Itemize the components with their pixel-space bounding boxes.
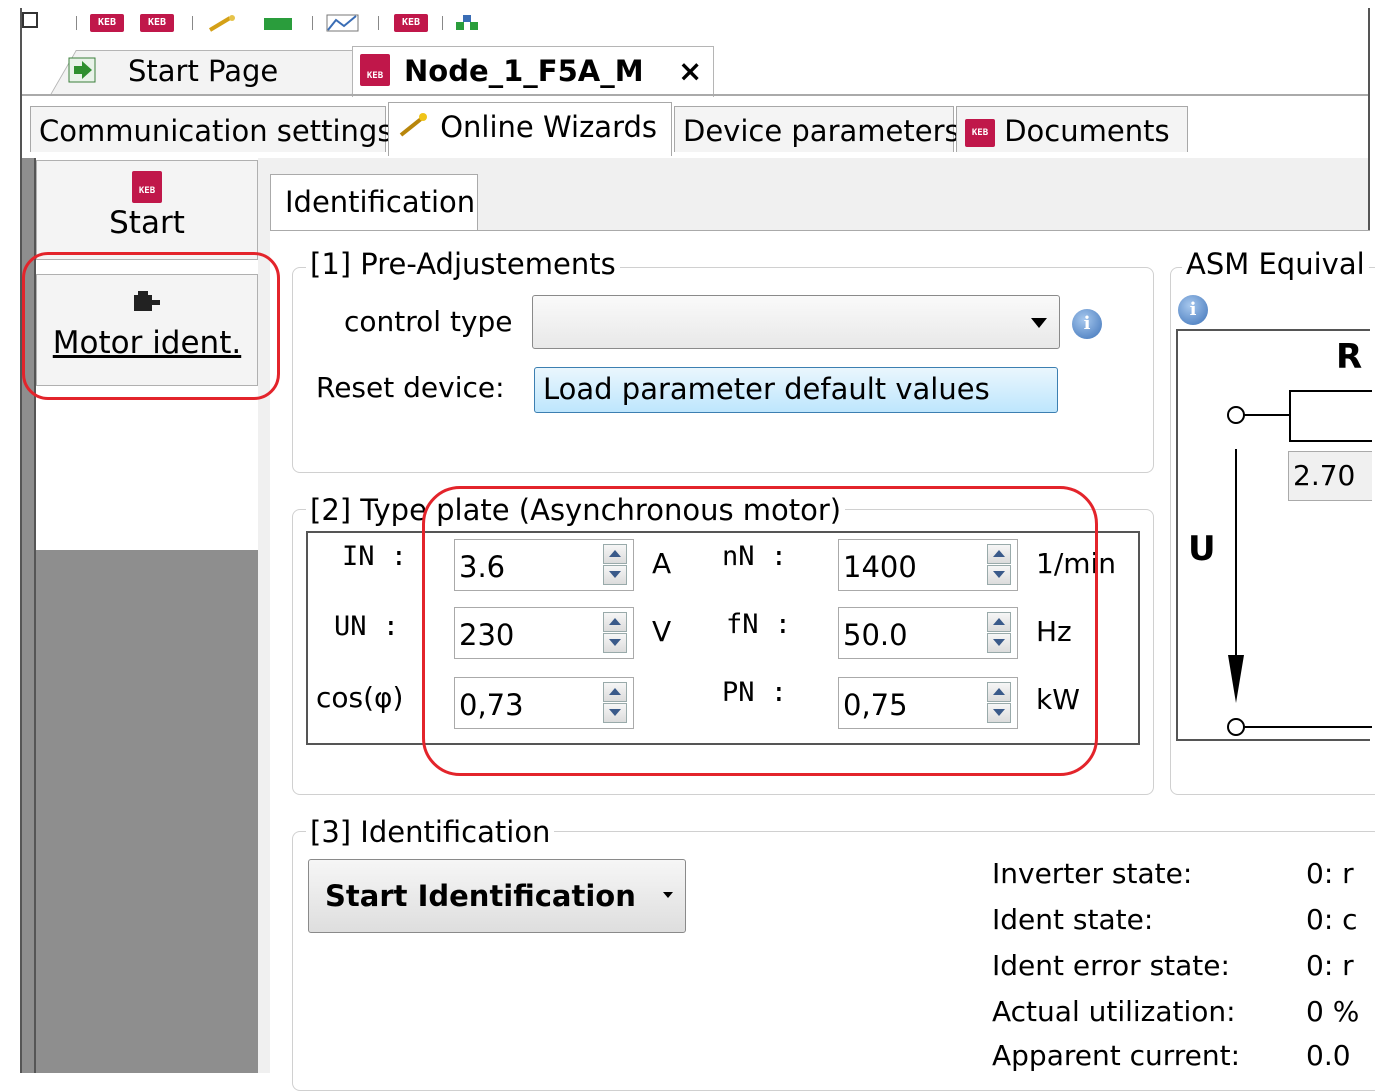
start-identification-button[interactable]: Start Identification <box>308 859 686 933</box>
tab-label: Communication settings <box>39 114 393 148</box>
apparent-current-label: Apparent current: <box>992 1039 1241 1072</box>
keb-icon[interactable]: KEB <box>394 14 428 32</box>
asm-diagram: R 2.70 U <box>1176 329 1372 741</box>
toolbar-separator <box>378 16 379 30</box>
inverter-state-label: Inverter state: <box>992 857 1193 890</box>
nav-empty-area <box>36 550 258 1073</box>
in-label: IN : <box>342 541 408 572</box>
toolbar-separator <box>192 16 193 30</box>
keb-icon[interactable]: KEB <box>140 14 174 32</box>
tab-label: Device parameters <box>683 114 960 148</box>
wand-icon <box>397 110 431 144</box>
keb-documents-icon: KEB <box>965 119 995 147</box>
load-defaults-button[interactable]: Load parameter default values <box>534 367 1058 413</box>
highlight-type-plate <box>422 486 1098 776</box>
tab-device-parameters[interactable]: Device parameters <box>674 106 960 152</box>
ident-error-state-label: Ident error state: <box>992 949 1230 982</box>
tab-communication-settings[interactable]: Communication settings <box>30 106 392 152</box>
chevron-down-icon <box>1031 318 1047 328</box>
network-icon[interactable] <box>454 14 488 32</box>
tab-online-wizards[interactable]: Online Wizards <box>388 102 672 156</box>
info-icon[interactable]: i <box>1072 309 1102 339</box>
document-tab-bar: Start Page KEB Node_1_F5A_M × <box>20 36 1370 98</box>
apparent-current-value: 0.0 <box>1306 1039 1351 1072</box>
tab-identification[interactable]: Identification <box>270 174 478 232</box>
identification-legend: [3] Identification <box>306 815 555 849</box>
checkbox-icon[interactable] <box>22 12 38 28</box>
chevron-down-icon[interactable] <box>663 892 673 898</box>
ident-state-value: 0: c <box>1306 903 1358 936</box>
un-label: UN : <box>334 611 400 642</box>
r-value-field[interactable]: 2.70 <box>1288 451 1372 501</box>
keb-icon[interactable]: KEB <box>90 14 124 32</box>
tab-start-page[interactable]: Start Page <box>128 54 278 88</box>
start-identification-label: Start Identification <box>325 879 636 913</box>
tab-documents[interactable]: KEB Documents <box>956 106 1188 152</box>
pre-adjustments-legend: [1] Pre-Adjustements <box>306 247 620 281</box>
actual-utilization-value: 0 % <box>1306 995 1360 1028</box>
toolbar-separator <box>312 16 313 30</box>
tab-node-label[interactable]: Node_1_F5A_M <box>404 54 644 88</box>
start-page-icon <box>68 56 98 84</box>
r-label: R <box>1336 337 1363 377</box>
monitor-icon[interactable] <box>262 14 296 32</box>
secondary-tab-bar: Communication settings Online Wizards De… <box>20 98 1370 158</box>
keb-device-icon: KEB <box>360 54 390 86</box>
control-type-label: control type <box>344 305 513 338</box>
toolbar-separator <box>76 16 77 30</box>
wand-icon[interactable] <box>206 14 240 32</box>
reset-device-label: Reset device: <box>316 371 505 404</box>
ident-state-label: Ident state: <box>992 903 1154 936</box>
ident-error-state-value: 0: r <box>1306 949 1354 982</box>
cos-phi-label: cos(φ) <box>316 681 404 714</box>
u-label: U <box>1188 529 1216 569</box>
control-type-dropdown[interactable] <box>532 295 1060 349</box>
toolbar: KEB KEB KEB <box>20 8 1370 36</box>
keb-icon: KEB <box>132 171 162 203</box>
nav-start-label: Start <box>109 205 185 241</box>
asm-equivalent-legend: ASM Equival <box>1182 247 1369 281</box>
tab-label: Documents <box>1004 114 1170 148</box>
tab-label: Online Wizards <box>440 110 657 144</box>
chart-icon[interactable] <box>326 14 360 32</box>
tab-underline <box>22 94 1368 96</box>
actual-utilization-label: Actual utilization: <box>992 995 1236 1028</box>
info-icon[interactable]: i <box>1178 295 1208 325</box>
toolbar-separator <box>442 16 443 30</box>
inverter-state-value: 0: r <box>1306 857 1354 890</box>
highlight-motor-ident <box>22 252 280 400</box>
nav-start-button[interactable]: KEB Start <box>36 160 258 260</box>
close-icon[interactable]: × <box>678 54 702 88</box>
